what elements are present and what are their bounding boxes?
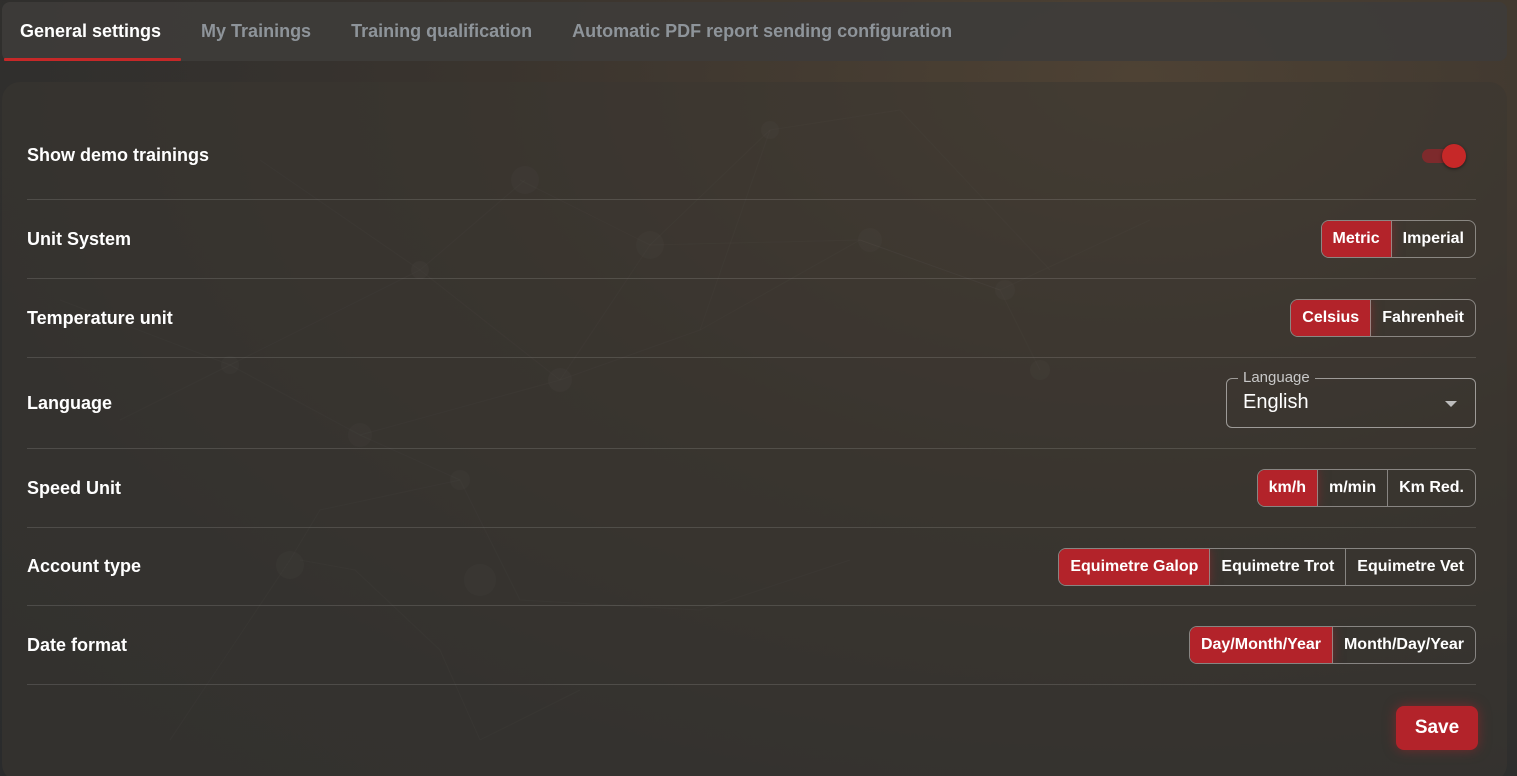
demo-trainings-label: Show demo trainings bbox=[27, 145, 210, 165]
unit-option-imperial[interactable]: Imperial bbox=[1390, 221, 1475, 257]
account-type-label: Account type bbox=[27, 556, 142, 576]
temperature-option-fahrenheit[interactable]: Fahrenheit bbox=[1370, 300, 1475, 336]
tab-general-settings[interactable]: General settings bbox=[4, 2, 182, 61]
language-label: Language bbox=[27, 392, 113, 413]
account-option-vet[interactable]: Equimetre Vet bbox=[1345, 548, 1475, 585]
speed-option-kmh[interactable]: km/h bbox=[1257, 470, 1317, 506]
save-button[interactable]: Save bbox=[1396, 706, 1478, 750]
language-selected-value: English bbox=[1243, 391, 1309, 413]
language-select[interactable]: Language English bbox=[1226, 369, 1476, 428]
toggle-thumb bbox=[1442, 143, 1466, 168]
date-format-label: Date format bbox=[27, 634, 128, 655]
demo-trainings-toggle[interactable] bbox=[1420, 143, 1468, 169]
unit-option-metric[interactable]: Metric bbox=[1321, 221, 1391, 257]
language-field-label: Language bbox=[1238, 369, 1315, 387]
account-option-galop[interactable]: Equimetre Galop bbox=[1059, 548, 1210, 585]
chevron-down-icon bbox=[1445, 401, 1457, 407]
date-option-month-day-year[interactable]: Month/Day/Year bbox=[1331, 627, 1475, 663]
temperature-unit-label: Temperature unit bbox=[27, 307, 173, 328]
setting-row-speed-unit: Speed Unit km/h m/min Km Red. bbox=[27, 449, 1476, 528]
setting-row-account-type: Account type Equimetre Galop Equimetre T… bbox=[27, 528, 1476, 606]
tab-training-qualification[interactable]: Training qualification bbox=[331, 2, 552, 61]
setting-row-temperature-unit: Temperature unit Celsius Fahrenheit bbox=[27, 279, 1476, 358]
setting-row-language: Language Language English bbox=[27, 358, 1476, 449]
setting-row-unit-system: Unit System Metric Imperial bbox=[27, 200, 1476, 279]
speed-option-km-red[interactable]: Km Red. bbox=[1387, 470, 1475, 506]
tab-my-trainings[interactable]: My Trainings bbox=[181, 2, 331, 61]
setting-row-date-format: Date format Day/Month/Year Month/Day/Yea… bbox=[27, 606, 1476, 685]
date-format-toggle-group: Day/Month/Year Month/Day/Year bbox=[1188, 626, 1476, 664]
temperature-option-celsius[interactable]: Celsius bbox=[1291, 300, 1371, 336]
temperature-unit-toggle-group: Celsius Fahrenheit bbox=[1290, 299, 1476, 337]
speed-unit-toggle-group: km/h m/min Km Red. bbox=[1256, 469, 1476, 507]
unit-system-label: Unit System bbox=[27, 228, 132, 249]
unit-system-toggle-group: Metric Imperial bbox=[1320, 220, 1476, 258]
setting-row-demo-trainings: Show demo trainings bbox=[27, 112, 1476, 200]
account-type-toggle-group: Equimetre Galop Equimetre Trot Equimetre… bbox=[1058, 547, 1476, 586]
settings-tab-bar: General settings My Trainings Training q… bbox=[2, 2, 1507, 61]
tab-automatic-pdf-report[interactable]: Automatic PDF report sending configurati… bbox=[552, 2, 972, 61]
date-option-day-month-year[interactable]: Day/Month/Year bbox=[1189, 627, 1332, 663]
account-option-trot[interactable]: Equimetre Trot bbox=[1209, 548, 1345, 585]
speed-unit-label: Speed Unit bbox=[27, 477, 122, 498]
speed-option-m-min[interactable]: m/min bbox=[1316, 470, 1387, 506]
